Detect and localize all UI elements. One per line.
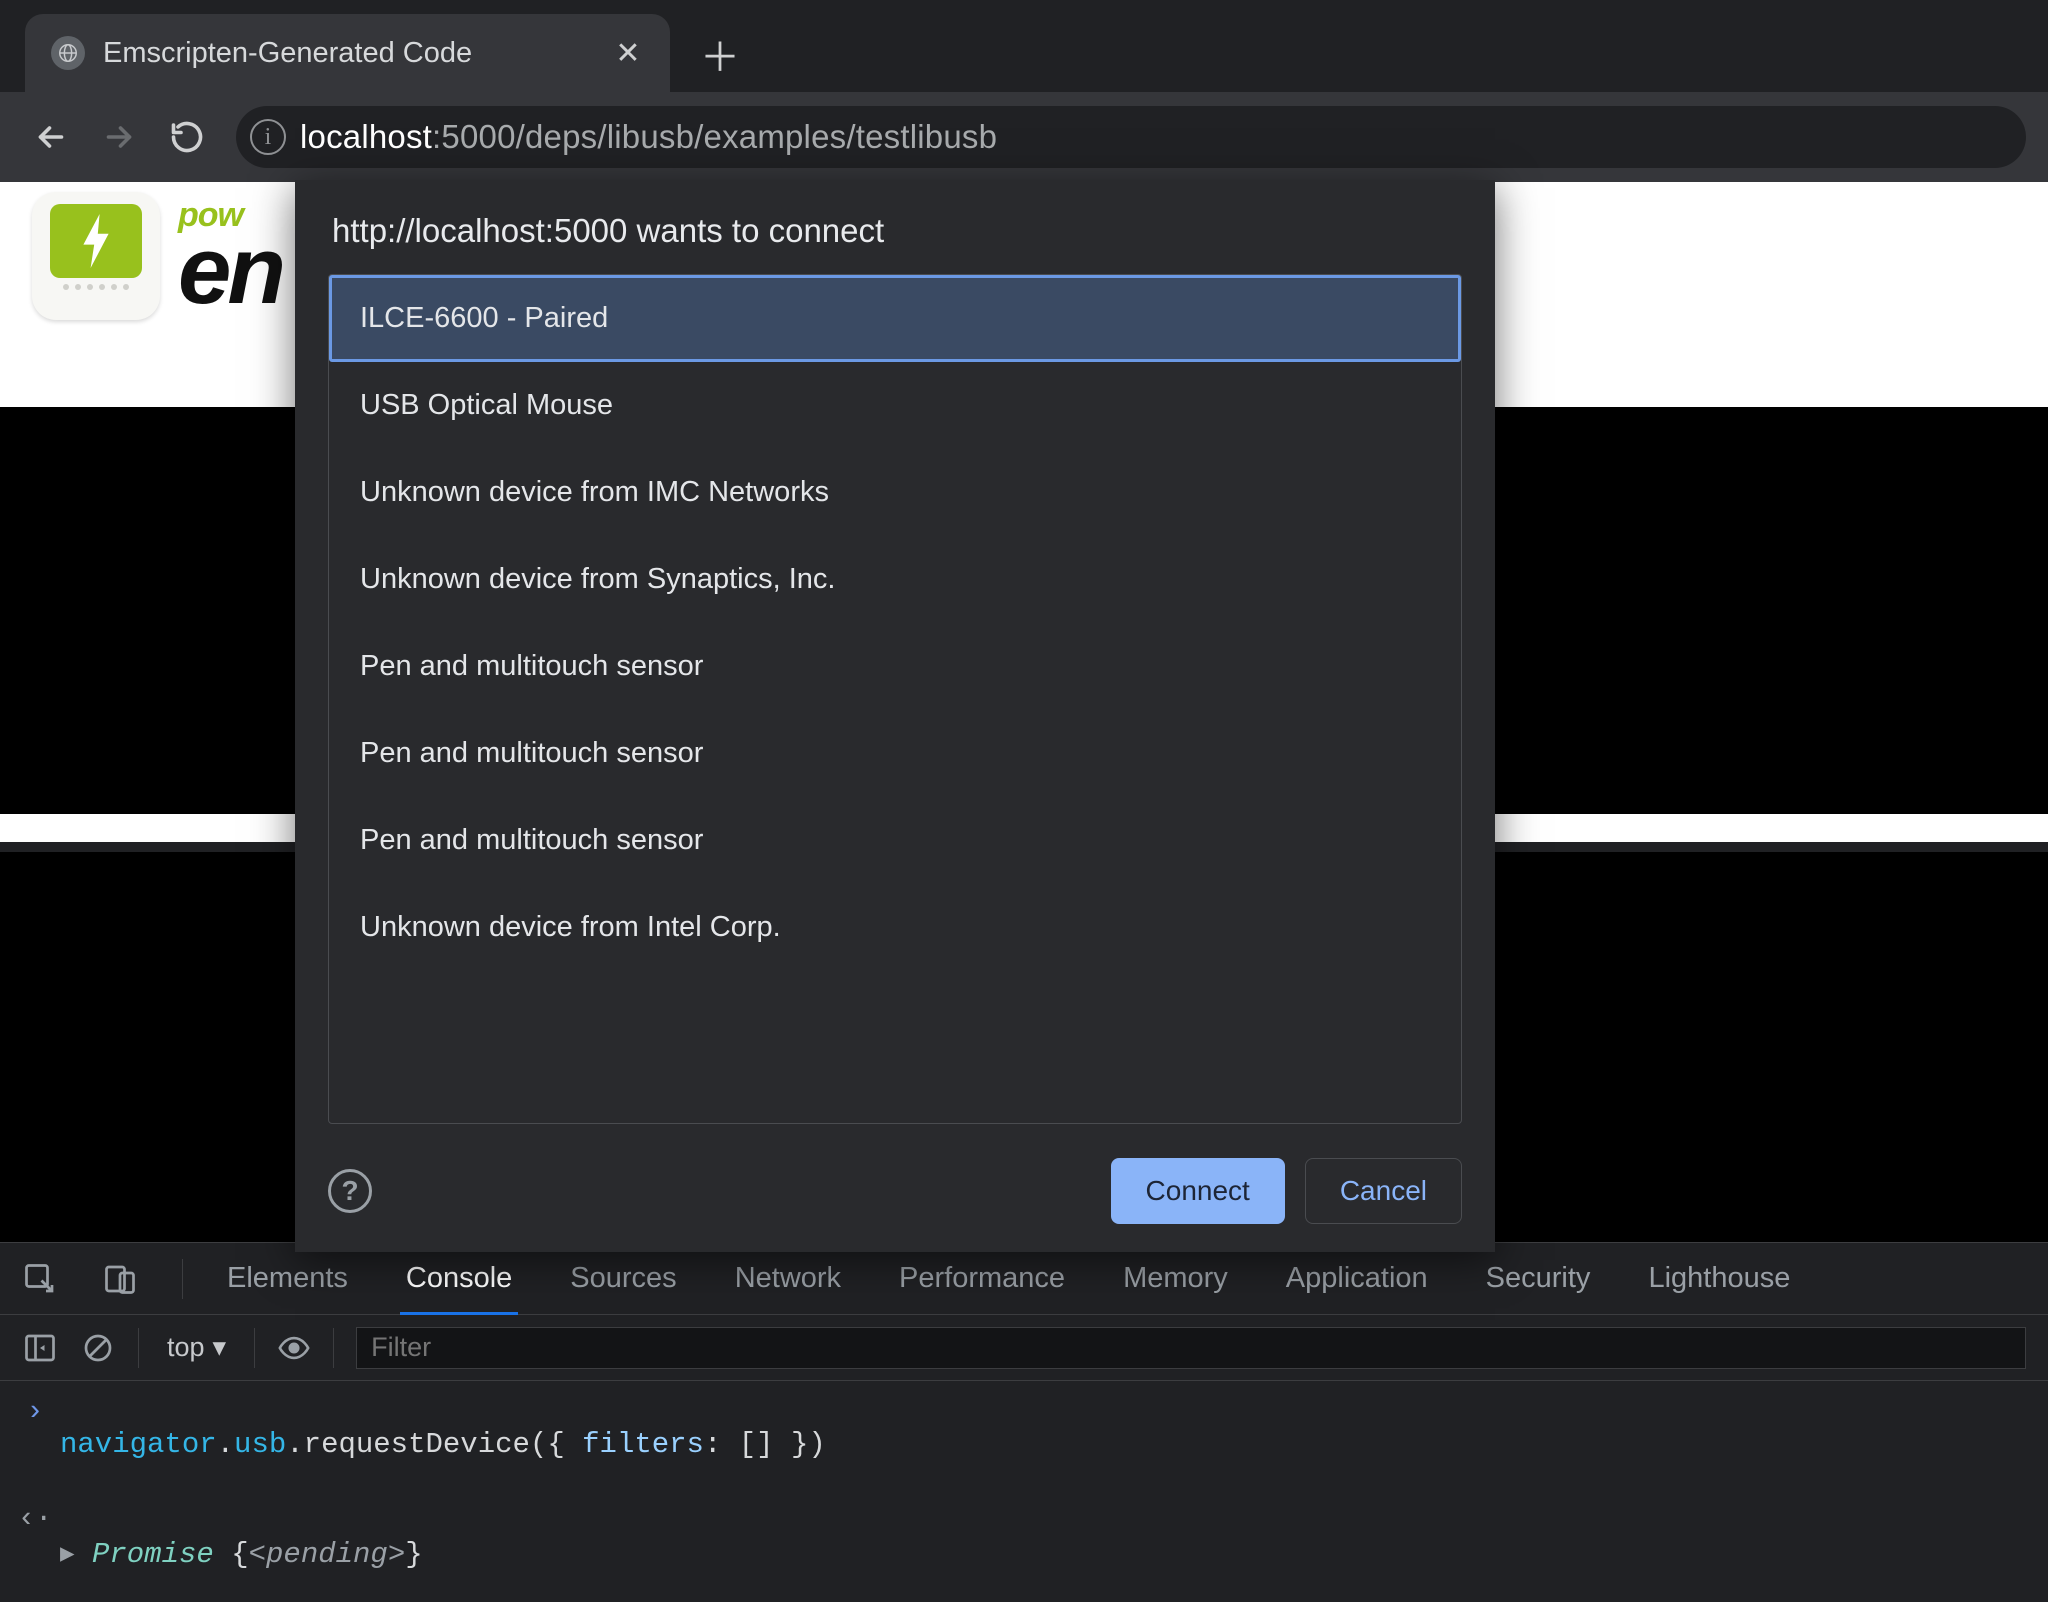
close-icon[interactable]: ✕ [612, 37, 644, 69]
device-item[interactable]: USB Optical Mouse [329, 362, 1461, 449]
new-tab-button[interactable]: ＋ [690, 24, 750, 84]
reload-button[interactable] [158, 108, 216, 166]
emscripten-logo: pow en [32, 192, 282, 320]
emscripten-badge-icon [32, 192, 160, 320]
device-item[interactable]: ILCE-6600 - Paired [329, 275, 1461, 362]
device-toggle-icon[interactable] [102, 1261, 138, 1297]
globe-icon [51, 36, 85, 70]
browser-tab[interactable]: Emscripten-Generated Code ✕ [25, 14, 670, 92]
devtools-tab[interactable]: Network [735, 1244, 841, 1313]
device-item[interactable]: Unknown device from Intel Corp. [329, 884, 1461, 971]
result-icon: ‹· [24, 1502, 46, 1535]
devtools-panel: Elements Console Sources Network Performance… [0, 1242, 2048, 1602]
url-host: localhost [300, 118, 432, 155]
execution-context-picker[interactable]: top ▾ [161, 1328, 232, 1367]
device-item[interactable]: Pen and multitouch sensor [329, 623, 1461, 710]
console-line[interactable]: › navigator.usb.requestDevice({ filters:… [4, 1391, 2044, 1498]
cancel-button[interactable]: Cancel [1305, 1158, 1462, 1224]
url-text: localhost:5000/deps/libusb/examples/test… [300, 118, 997, 156]
dialog-title: http://localhost:5000 wants to connect [328, 180, 1462, 274]
console-toolbar: top ▾ [0, 1315, 2048, 1381]
clear-console-icon[interactable] [80, 1330, 116, 1366]
omnibox[interactable]: i localhost:5000/deps/libusb/examples/te… [236, 106, 2026, 168]
context-label: top [167, 1332, 205, 1363]
live-expression-icon[interactable] [277, 1331, 311, 1365]
console-sidebar-toggle-icon[interactable] [22, 1330, 58, 1366]
devtools-tab[interactable]: Application [1286, 1244, 1428, 1313]
device-item[interactable]: Unknown device from IMC Networks [329, 449, 1461, 536]
devtools-tab[interactable]: Elements [227, 1244, 348, 1313]
url-path: :5000/deps/libusb/examples/testlibusb [432, 118, 997, 155]
tab-strip: Emscripten-Generated Code ✕ ＋ [0, 0, 2048, 92]
toolbar: i localhost:5000/deps/libusb/examples/te… [0, 92, 2048, 182]
lightning-icon [77, 214, 115, 268]
chevron-down-icon: ▾ [213, 1332, 227, 1363]
devtools-tab[interactable]: Lighthouse [1648, 1244, 1790, 1313]
console-filter-input[interactable] [356, 1327, 2026, 1369]
devtools-tab[interactable]: Sources [570, 1244, 676, 1313]
connect-button[interactable]: Connect [1111, 1158, 1285, 1224]
prompt-icon: › [24, 1395, 46, 1428]
device-list: ILCE-6600 - PairedUSB Optical MouseUnkno… [328, 274, 1462, 1124]
devtools-tab[interactable]: Memory [1123, 1244, 1228, 1313]
help-icon[interactable]: ? [328, 1169, 372, 1213]
device-item[interactable]: Pen and multitouch sensor [329, 797, 1461, 884]
device-item[interactable]: Unknown device from Synaptics, Inc. [329, 536, 1461, 623]
devtools-tabbar: Elements Console Sources Network Performance… [0, 1243, 2048, 1315]
devtools-tab[interactable]: Performance [899, 1244, 1065, 1313]
back-button[interactable] [22, 108, 80, 166]
devtools-tab[interactable]: Console [406, 1244, 512, 1313]
site-info-icon[interactable]: i [250, 119, 286, 155]
usb-device-dialog: http://localhost:5000 wants to connect I… [295, 180, 1495, 1252]
inspect-icon[interactable] [22, 1261, 58, 1297]
logo-text-em: en [178, 230, 282, 312]
device-item[interactable]: Pen and multitouch sensor [329, 710, 1461, 797]
tab-title: Emscripten-Generated Code [103, 37, 594, 70]
devtools-tab[interactable]: Security [1486, 1244, 1591, 1313]
forward-button[interactable] [90, 108, 148, 166]
console-output: › navigator.usb.requestDevice({ filters:… [0, 1381, 2048, 1602]
console-line[interactable]: ‹· ▸ Promise {<pending>} [4, 1498, 2044, 1602]
